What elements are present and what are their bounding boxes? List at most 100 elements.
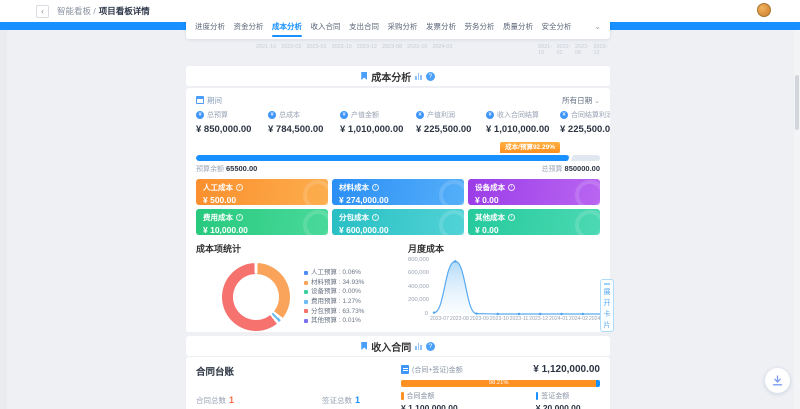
charts-row: 成本项统计 人工预算 : 0.06%材料预算 : 34.93%设备预算 : 0.… — [196, 242, 600, 331]
donut-legend: 人工预算 : 0.06%材料预算 : 34.93%设备预算 : 0.00%费用预… — [304, 268, 364, 326]
ghost-date: 2023-08 — [382, 44, 402, 50]
amount-label: (合同+签证)金额 — [412, 365, 463, 375]
budget-progress-labels: 预算余额65500.00 总预算850000.00 — [196, 164, 600, 174]
chevron-right-icon: › — [508, 184, 515, 191]
coin-icon: ¥ — [196, 111, 204, 119]
contract-visa-stacked-bar: 98.21% — [401, 380, 600, 387]
budget-progress-bar — [196, 155, 600, 161]
side-tab-char: 展 — [604, 287, 611, 297]
visa-count: 签证总数1 — [322, 395, 360, 406]
ghost-date: 2022-02 — [557, 44, 574, 56]
monthly-cost-chart: 月度成本 800,000600,000400,000200,0000 2023-… — [408, 242, 600, 331]
legend-visa-amount: 签证金额 ¥ 20,000.00 — [536, 391, 581, 409]
metric-output-amount: ¥产值金额 ¥ 1,010,000.00 — [340, 110, 416, 135]
legend-item: 设备预算 : 0.00% — [304, 287, 364, 297]
chevron-right-icon: › — [508, 214, 515, 221]
card-labor-cost[interactable]: 人工成本› ¥ 500.00 — [196, 179, 328, 205]
card-expense-cost[interactable]: 费用成本› ¥ 10,000.00 — [196, 209, 328, 235]
ghost-date: 2022-02 — [281, 44, 301, 50]
cost-category-cards: 人工成本› ¥ 500.00 材料成本› ¥ 274,000.00 设备成本› … — [196, 179, 600, 235]
page-scrollbar[interactable] — [794, 30, 800, 409]
legend-dot-icon — [304, 300, 308, 304]
document-icon — [401, 365, 409, 374]
ledger-title: 合同台账 — [196, 364, 401, 378]
breadcrumb-current: 项目看板详情 — [99, 5, 150, 17]
chart-bars-icon — [415, 73, 422, 80]
cost-section-title: 成本分析 — [371, 69, 411, 84]
expand-cards-side-tab[interactable]: 展 开 卡 片 — [600, 279, 614, 332]
background-dates-right: 2021-10 2022-02 2022-08 2023-12 — [538, 44, 610, 56]
bookmark-icon — [361, 342, 367, 350]
contract-ledger-block: 合同台账 合同总数1 签证总数1 — [196, 364, 401, 409]
contract-amount-segment: 98.21% — [401, 380, 596, 387]
ghost-date: 2022-10 — [332, 44, 352, 50]
y-tick-label: 0 — [408, 311, 428, 317]
help-icon[interactable]: ? — [426, 72, 435, 81]
background-axis-dates: 2021-10 2022-02 2023-01 2022-10 2023-12 … — [186, 44, 610, 54]
legend-dot-icon — [304, 309, 308, 313]
legend-item: 材料预算 : 34.93% — [304, 278, 364, 288]
background-dates-left: 2021-10 2022-02 2023-01 2022-10 2023-12 … — [256, 44, 453, 50]
ghost-date: 2023-12 — [357, 44, 377, 50]
monthly-area-plot[interactable] — [430, 255, 608, 321]
ghost-date: 2021-10 — [538, 44, 555, 56]
user-avatar[interactable] — [757, 3, 771, 17]
legend-dot-icon — [304, 290, 308, 294]
breadcrumb[interactable]: 智能看板 / — [57, 5, 96, 17]
card-material-cost[interactable]: 材料成本› ¥ 274,000.00 — [332, 179, 464, 205]
chevron-down-icon: ⌄ — [594, 98, 600, 105]
amount-total: ¥ 1,120,000.00 — [533, 364, 600, 375]
card-subcontract-cost[interactable]: 分包成本› ¥ 600,000.00 — [332, 209, 464, 235]
cost-item-stats-chart: 成本项统计 人工预算 : 0.06%材料预算 : 34.93%设备预算 : 0.… — [196, 242, 408, 331]
cost-analysis-panel: 期间 所有日期⌄ ¥总预算 ¥ 850,000.00 ¥总成本 ¥ 784,50… — [186, 88, 610, 332]
cost-budget-ratio-badge: 成本/预算92.29% — [500, 142, 560, 153]
cost-donut-chart[interactable] — [222, 263, 290, 331]
side-tab-char: 卡 — [604, 309, 611, 319]
legend-item: 其他预算 : 0.01% — [304, 316, 364, 326]
ghost-date: 2023-01 — [306, 44, 326, 50]
card-equipment-cost[interactable]: 设备成本› ¥ 0.00 — [468, 179, 600, 205]
card-other-cost[interactable]: 其他成本› ¥ 0.00 — [468, 209, 600, 235]
back-button[interactable]: ‹ — [36, 5, 49, 18]
period-filter-row: 期间 所有日期⌄ — [196, 95, 600, 105]
metric-total-budget: ¥总预算 ¥ 850,000.00 — [196, 110, 268, 135]
to-bottom-arrow-icon — [772, 375, 783, 386]
tabbar-collapse-chevron-icon[interactable]: ⌄ — [594, 22, 601, 31]
chevron-right-icon: › — [236, 214, 243, 221]
side-tab-char: 开 — [604, 298, 611, 308]
income-section-header: 收入合同 ? — [186, 336, 610, 356]
income-contract-panel: 合同台账 合同总数1 签证总数1 (合同+签证)金额 ¥ 1,120,000.0… — [186, 357, 610, 409]
monthly-chart-title: 月度成本 — [408, 242, 600, 255]
handle-icon — [604, 283, 610, 285]
legend-dot-icon — [304, 271, 308, 275]
bookmark-icon — [361, 72, 367, 80]
scroll-to-bottom-button[interactable] — [765, 368, 790, 393]
top-header-bar: ‹ 智能看板 / 项目看板详情 — [0, 0, 800, 22]
ghost-date: 2022-10 — [407, 44, 427, 50]
legend-item: 人工预算 : 0.06% — [304, 268, 364, 278]
y-tick-label: 800,000 — [408, 257, 428, 263]
scrollbar-thumb[interactable] — [795, 75, 799, 130]
ghost-date: 2024-01 — [432, 44, 452, 50]
metrics-row: ¥总预算 ¥ 850,000.00 ¥总成本 ¥ 784,500.00 ¥产值金… — [196, 110, 600, 135]
y-tick-label: 200,000 — [408, 297, 428, 303]
donut-hole — [233, 274, 279, 320]
legend-contract-amount: 合同金额 ¥ 1,100,000.00 — [401, 391, 458, 409]
income-section-title: 收入合同 — [371, 339, 411, 354]
metric-total-cost: ¥总成本 ¥ 784,500.00 — [268, 110, 340, 135]
metric-output-profit: ¥产值利润 ¥ 225,500.00 — [416, 110, 486, 135]
ghost-date: 2022-08 — [575, 44, 592, 56]
help-icon[interactable]: ? — [426, 342, 435, 351]
contract-amount-block: (合同+签证)金额 ¥ 1,120,000.00 98.21% 合同金额 ¥ 1… — [401, 364, 600, 409]
y-tick-label: 400,000 — [408, 284, 428, 290]
legend-marker — [536, 392, 539, 400]
left-page-edge — [0, 30, 7, 409]
legend-marker — [401, 392, 404, 400]
metric-settlement-profit: ¥合同结算利润 ¥ 225,500.00 — [560, 110, 610, 135]
coin-icon: ¥ — [486, 111, 494, 119]
coin-icon: ¥ — [340, 111, 348, 119]
date-range-dropdown[interactable]: 所有日期⌄ — [562, 95, 600, 106]
chevron-right-icon: › — [372, 184, 379, 191]
legend-item: 费用预算 : 1.27% — [304, 297, 364, 307]
ratio-badge-row: 成本/预算92.29% — [196, 142, 600, 154]
